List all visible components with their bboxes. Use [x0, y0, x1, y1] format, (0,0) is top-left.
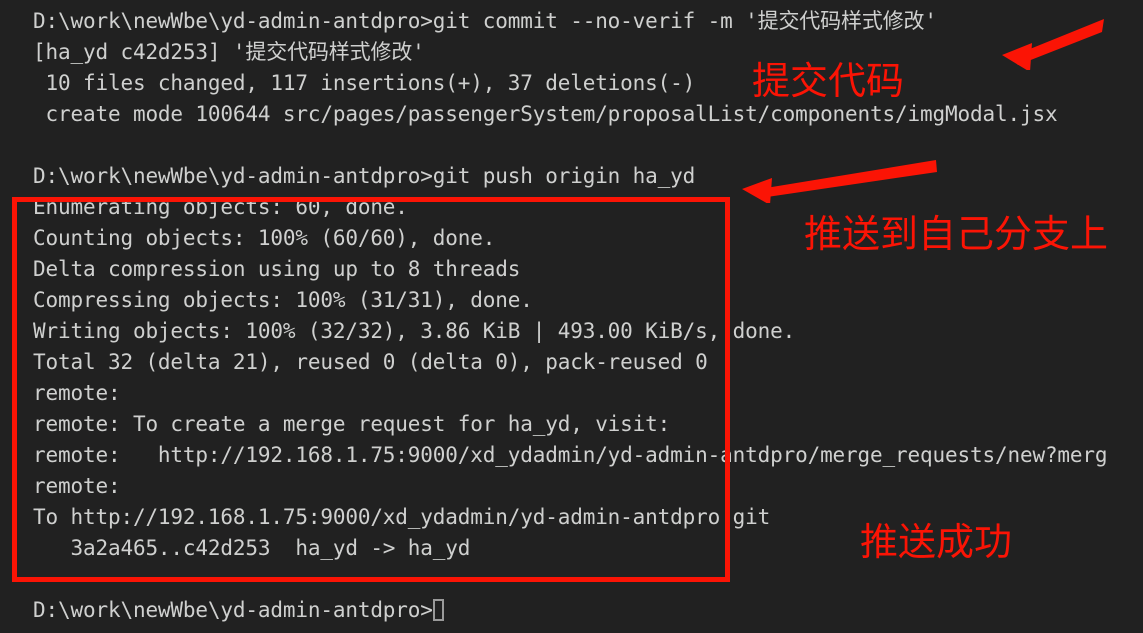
terminal-line: 3a2a465..c42d253 ha_yd -> ha_yd — [33, 536, 471, 560]
terminal-line: [ha_yd c42d253] '提交代码样式修改' — [33, 40, 425, 64]
terminal-line: create mode 100644 src/pages/passengerSy… — [33, 102, 1058, 126]
terminal-line: remote: — [33, 474, 121, 498]
terminal-line: remote: — [33, 381, 121, 405]
terminal-line: D:\work\newWbe\yd-admin-antdpro>git comm… — [33, 9, 937, 33]
terminal-line: Writing objects: 100% (32/32), 3.86 KiB … — [33, 319, 796, 343]
terminal-line: Compressing objects: 100% (31/31), done. — [33, 288, 533, 312]
terminal-line: Enumerating objects: 60, done. — [33, 195, 408, 219]
terminal-line: To http://192.168.1.75:9000/xd_ydadmin/y… — [33, 505, 771, 529]
terminal-line: D:\work\newWbe\yd-admin-antdpro>git push… — [33, 164, 696, 188]
annotation-label-commit: 提交代码 — [752, 59, 905, 103]
terminal-line: remote: http://192.168.1.75:9000/xd_ydad… — [33, 443, 1108, 467]
terminal-line: Total 32 (delta 21), reused 0 (delta 0),… — [33, 350, 708, 374]
terminal-line: 10 files changed, 117 insertions(+), 37 … — [33, 71, 696, 95]
terminal-line: Delta compression using up to 8 threads — [33, 257, 521, 281]
terminal-prompt-line[interactable]: D:\work\newWbe\yd-admin-antdpro> — [33, 595, 444, 626]
prompt-path-text: D:\work\newWbe\yd-admin-antdpro> — [33, 598, 433, 622]
terminal-screenshot: D:\work\newWbe\yd-admin-antdpro>git comm… — [0, 0, 1143, 633]
annotation-label-push-branch: 推送到自己分支上 — [804, 212, 1109, 256]
terminal-line: Counting objects: 100% (60/60), done. — [33, 226, 496, 250]
text-cursor — [432, 599, 444, 621]
terminal-line: remote: To create a merge request for ha… — [33, 412, 671, 436]
annotation-label-push-success: 推送成功 — [860, 520, 1013, 564]
